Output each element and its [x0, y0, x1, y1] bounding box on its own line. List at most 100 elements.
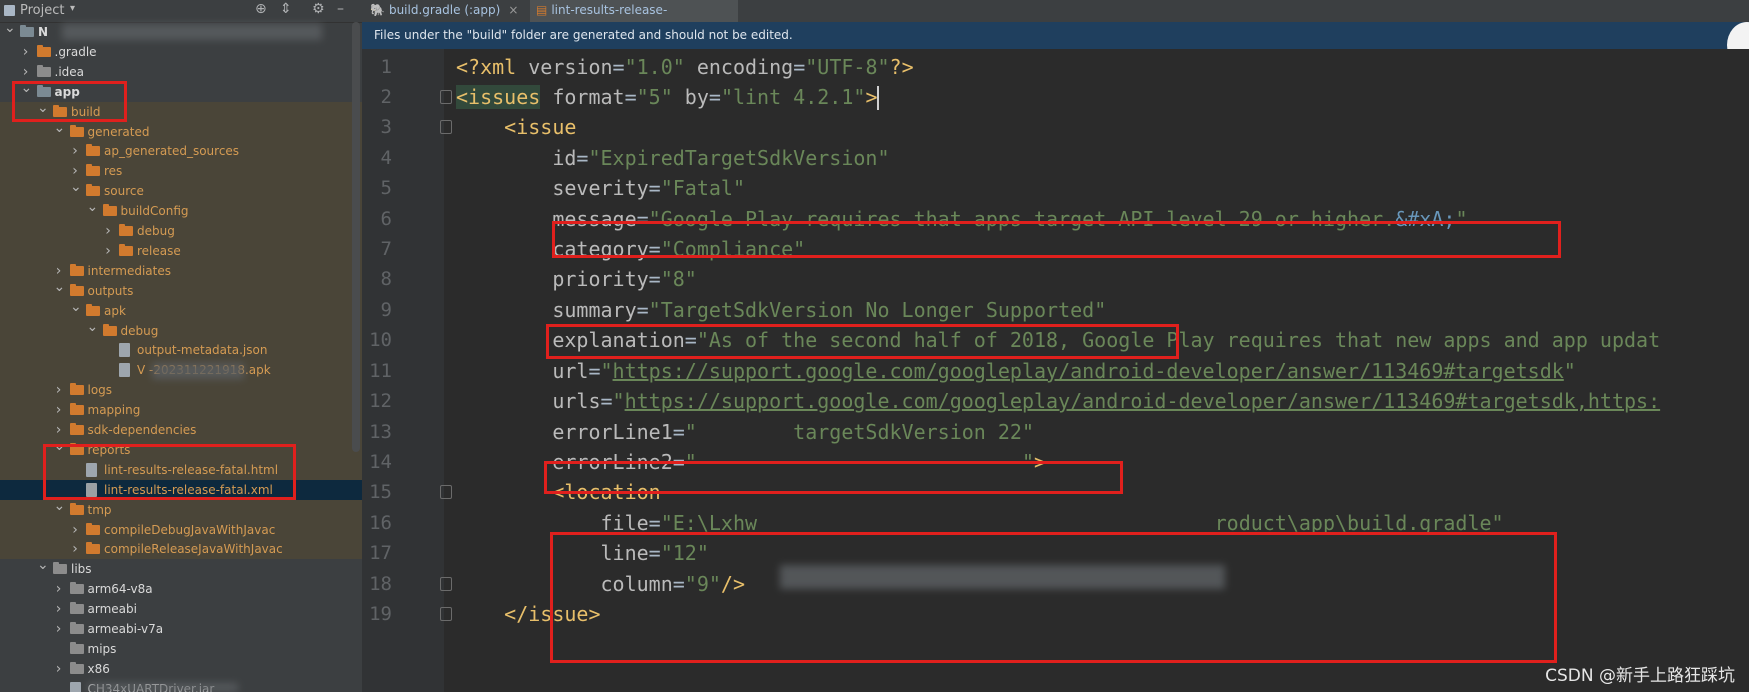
fold-marker-icon[interactable] [440, 120, 452, 135]
fold-marker-icon[interactable] [440, 607, 452, 622]
tree-item-label: generated [87, 124, 150, 139]
tree-item[interactable]: ⌄ libs [0, 558, 362, 579]
collapse-arrow-icon[interactable]: › [70, 141, 80, 161]
minimize-icon[interactable]: – [337, 1, 344, 17]
tree-item[interactable]: › mapping [0, 400, 362, 421]
tree-item[interactable]: › armeabi-v7a [0, 619, 362, 639]
fold-marker-icon[interactable] [440, 576, 452, 591]
collapse-arrow-icon[interactable]: › [54, 380, 64, 400]
tree-item-label: intermediates [87, 263, 171, 278]
tree-item[interactable]: › .gradle [0, 42, 362, 62]
collapse-arrow-icon[interactable]: › [70, 539, 80, 559]
line-number: 9 [380, 298, 392, 321]
line-number: 5 [380, 177, 392, 200]
expand-arrow-icon[interactable]: ⌄ [87, 200, 99, 214]
tree-item[interactable]: › logs [0, 380, 362, 401]
collapse-arrow-icon[interactable]: › [21, 42, 31, 62]
collapse-arrow-icon[interactable]: › [54, 619, 64, 639]
collapse-arrow-icon[interactable]: › [54, 579, 64, 599]
tree-item[interactable]: ⌄ debug [0, 320, 362, 341]
gear-icon[interactable]: ⚙ [312, 1, 325, 17]
tree-item[interactable]: › intermediates [0, 260, 362, 281]
fold-marker-icon[interactable] [440, 485, 452, 500]
code-token: = [648, 267, 661, 292]
expand-arrow-icon[interactable]: ⌄ [54, 121, 66, 135]
expand-arrow-icon[interactable]: ⌄ [87, 320, 99, 334]
code-token: https://support.google.com/googleplay/an… [624, 389, 1661, 414]
tree-item[interactable]: mips [0, 639, 362, 659]
tree-item[interactable]: ⌄ apk [0, 300, 362, 321]
code-token: "UTF-8" [805, 54, 890, 79]
code-token: " [1563, 358, 1576, 383]
collapse-arrow-icon[interactable]: › [103, 221, 113, 241]
collapse-arrow-icon[interactable]: › [54, 659, 64, 679]
code-token: severity [552, 176, 649, 201]
tree-item[interactable]: › sdk-dependencies [0, 420, 362, 440]
tab-lint-results-xml[interactable]: ▤lint-results-release-fatal.xml× [530, 0, 738, 37]
code-token: urls [552, 389, 601, 414]
tree-item[interactable]: › res [0, 161, 362, 182]
tree-item[interactable]: ⌄ buildConfig [0, 200, 362, 222]
tree-item[interactable]: ⌄ source [0, 180, 362, 202]
tree-item[interactable]: › compileDebugJavaWithJavac [0, 519, 362, 540]
code-token: "ExpiredTargetSdkVersion" [588, 145, 890, 170]
collapse-arrow-icon[interactable]: › [54, 261, 64, 281]
line-number: 6 [380, 207, 392, 230]
collapse-arrow-icon[interactable]: › [21, 62, 31, 82]
code-line: errorLine1=" targetSdkVersion 22" [456, 415, 1034, 449]
collapse-arrow-icon[interactable]: › [54, 420, 64, 440]
close-icon[interactable]: × [508, 3, 518, 17]
tree-item-label: libs [71, 562, 92, 577]
line-number: 16 [369, 511, 392, 534]
collapse-arrow-icon[interactable]: › [103, 241, 113, 261]
folder-icon [86, 144, 100, 157]
target-icon[interactable]: ⊕ [255, 1, 267, 17]
line-number: 13 [369, 420, 392, 443]
tree-item[interactable]: › .idea [0, 62, 362, 82]
tree-item[interactable]: ⌄ outputs [0, 280, 362, 301]
collapse-arrow-icon[interactable]: › [54, 599, 64, 619]
expand-arrow-icon[interactable]: ⌄ [54, 280, 66, 294]
expand-arrow-icon[interactable]: ⌄ [70, 180, 82, 194]
code-token: = [708, 84, 721, 109]
tree-item[interactable]: › release [0, 240, 362, 261]
expand-arrow-icon[interactable]: ⌄ [70, 300, 82, 314]
chevron-down-icon[interactable]: ▾ [70, 3, 75, 14]
code-line: urls="https://support.google.com/googlep… [456, 384, 1660, 418]
folder-icon [86, 164, 100, 177]
tree-item[interactable]: › arm64-v8a [0, 579, 362, 599]
project-scrollbar[interactable] [352, 22, 360, 452]
collapse-icon[interactable]: ⇕ [280, 1, 292, 17]
folder-icon [69, 582, 84, 595]
collapse-arrow-icon[interactable]: › [70, 520, 80, 540]
code-token: https://support.google.com/googleplay/an… [612, 358, 1564, 383]
line-number: 15 [369, 481, 392, 504]
tab-build-gradle[interactable]: 🐘 build.gradle (:app) × [370, 0, 520, 22]
fold-marker-icon[interactable] [440, 89, 452, 104]
code-token: = [636, 297, 649, 322]
tree-item[interactable]: output-metadata.json [0, 340, 362, 361]
expand-arrow-icon[interactable]: ⌄ [37, 558, 49, 572]
redaction-blur [780, 565, 1225, 589]
collapse-arrow-icon[interactable]: › [54, 400, 64, 420]
code-token: "8" [660, 267, 697, 292]
tree-item[interactable]: ⌄ tmp [0, 499, 362, 520]
tree-item[interactable]: › debug [0, 221, 362, 241]
folder-icon [69, 602, 84, 615]
folder-icon [69, 403, 84, 416]
code-token: errorLine1 [552, 419, 673, 444]
expand-arrow-icon[interactable]: ⌄ [4, 21, 16, 35]
tree-item-label: arm64-v8a [87, 582, 153, 597]
tree-item[interactable]: › compileReleaseJavaWithJavac [0, 539, 362, 560]
project-view-selector[interactable]: Project [20, 3, 64, 18]
tree-item[interactable]: ⌄ generated [0, 121, 362, 142]
tree-item[interactable]: › armeabi [0, 599, 362, 619]
tree-item[interactable]: › ap_generated_sources [0, 141, 362, 162]
line-number: 7 [380, 238, 392, 261]
tree-item[interactable]: › x86 [0, 659, 362, 679]
expand-arrow-icon[interactable]: ⌄ [54, 499, 66, 513]
